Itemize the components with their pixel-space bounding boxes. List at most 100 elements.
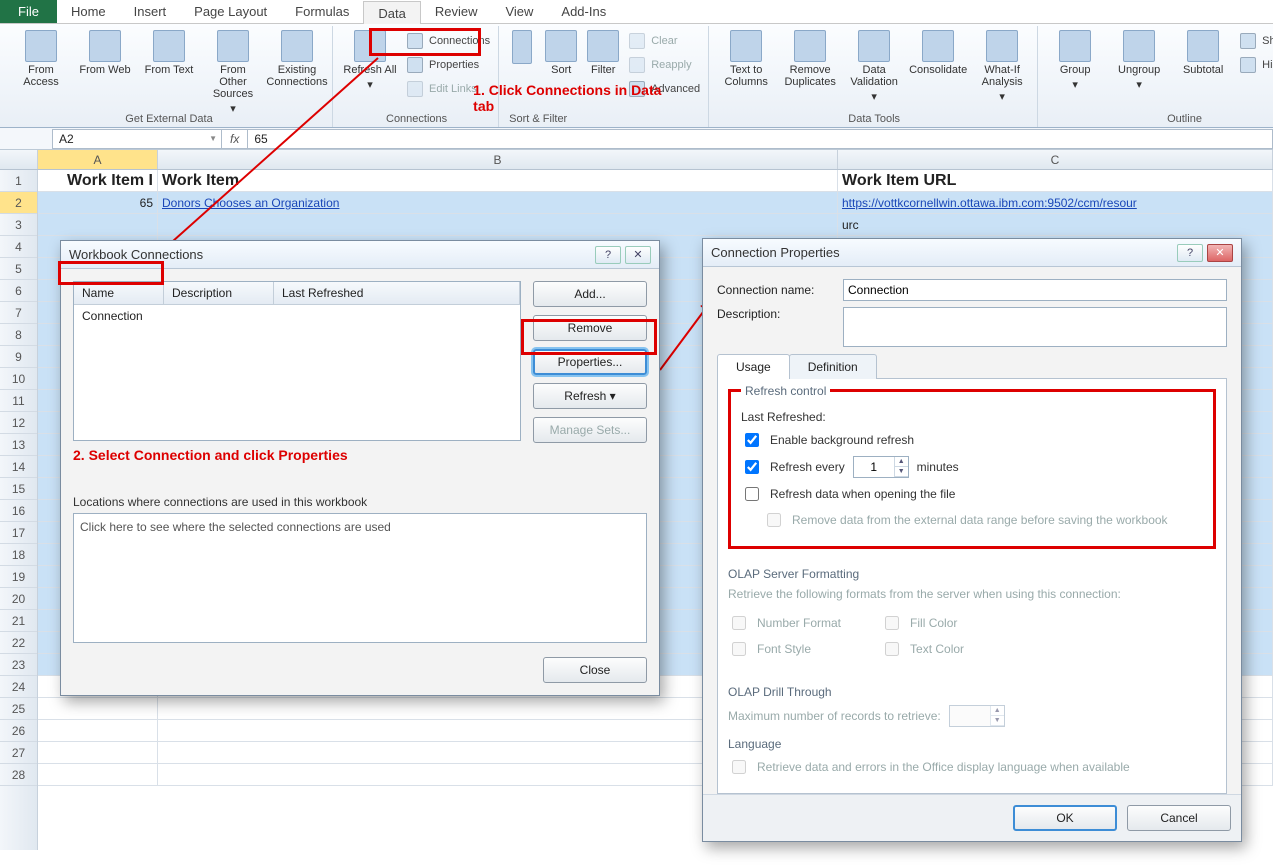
close-button[interactable]: Close	[543, 657, 647, 683]
row-header[interactable]: 10	[0, 368, 37, 390]
name-box[interactable]: A2	[52, 129, 222, 149]
row-header[interactable]: 11	[0, 390, 37, 412]
col-desc[interactable]: Description	[164, 282, 274, 304]
close-window-button[interactable]: ✕	[625, 246, 651, 264]
row-header[interactable]: 24	[0, 676, 37, 698]
tab-file[interactable]: File	[0, 0, 57, 23]
existing-connections-button[interactable]: Existing Connections	[270, 26, 324, 88]
row-header[interactable]: 23	[0, 654, 37, 676]
cell[interactable]	[38, 214, 158, 236]
col-header-B[interactable]: B	[158, 150, 838, 169]
refresh-every-checkbox[interactable]: Refresh every ▲▼ minutes	[741, 456, 1203, 478]
row-header[interactable]: 5	[0, 258, 37, 280]
header-cell[interactable]: Work Item I	[38, 170, 158, 192]
cell[interactable]: Donors Chooses an Organization	[158, 192, 838, 214]
properties-button[interactable]: Properties	[407, 54, 490, 76]
properties-button[interactable]: Properties...	[533, 349, 647, 375]
close-window-button[interactable]: ✕	[1207, 244, 1233, 262]
row-header[interactable]: 4	[0, 236, 37, 258]
cell[interactable]: urc	[838, 214, 1273, 236]
connection-row[interactable]: Connection	[74, 305, 520, 327]
row-header[interactable]: 15	[0, 478, 37, 500]
row-header[interactable]: 19	[0, 566, 37, 588]
cell[interactable]: https://vottkcornellwin.ottawa.ibm.com:9…	[838, 192, 1273, 214]
remove-duplicates-button[interactable]: Remove Duplicates	[783, 26, 837, 88]
cell[interactable]	[38, 742, 158, 764]
col-header-C[interactable]: C	[838, 150, 1273, 169]
clear-filter-button[interactable]: Clear	[629, 30, 700, 52]
reapply-button[interactable]: Reapply	[629, 54, 700, 76]
cancel-button[interactable]: Cancel	[1127, 805, 1231, 831]
row-header[interactable]: 26	[0, 720, 37, 742]
consolidate-button[interactable]: Consolidate	[911, 26, 965, 76]
row-header[interactable]: 2	[0, 192, 37, 214]
row-header[interactable]: 16	[0, 500, 37, 522]
subtotal-button[interactable]: Subtotal	[1176, 26, 1230, 76]
col-header-A[interactable]: A	[38, 150, 158, 169]
refresh-minutes-spinner[interactable]: ▲▼	[853, 456, 909, 478]
cell[interactable]: 65	[38, 192, 158, 214]
tab-definition[interactable]: Definition	[789, 354, 877, 379]
ok-button[interactable]: OK	[1013, 805, 1117, 831]
tab-data[interactable]: Data	[363, 1, 420, 24]
row-header[interactable]: 3	[0, 214, 37, 236]
tab-insert[interactable]: Insert	[120, 0, 181, 23]
show-detail-button[interactable]: Show Detail	[1240, 30, 1273, 52]
refresh-on-open-checkbox[interactable]: Refresh data when opening the file	[741, 484, 1203, 504]
tab-review[interactable]: Review	[421, 0, 492, 23]
sort-dialog-button[interactable]: Sort	[545, 26, 577, 76]
header-cell[interactable]: Work Item URL	[838, 170, 1273, 192]
refresh-all-button[interactable]: Refresh All▾	[343, 26, 397, 91]
row-header[interactable]: 25	[0, 698, 37, 720]
from-text-button[interactable]: From Text	[142, 26, 196, 76]
connection-name-input[interactable]	[843, 279, 1227, 301]
tab-page-layout[interactable]: Page Layout	[180, 0, 281, 23]
row-header[interactable]: 18	[0, 544, 37, 566]
tab-view[interactable]: View	[491, 0, 547, 23]
dialog-titlebar[interactable]: Connection Properties ? ✕	[703, 239, 1241, 267]
text-to-columns-button[interactable]: Text to Columns	[719, 26, 773, 88]
data-validation-button[interactable]: Data Validation▾	[847, 26, 901, 103]
row-header[interactable]: 8	[0, 324, 37, 346]
whatif-button[interactable]: What-If Analysis▾	[975, 26, 1029, 103]
row-header[interactable]: 12	[0, 412, 37, 434]
connections-list[interactable]: Name Description Last Refreshed Connecti…	[73, 281, 521, 441]
group-button[interactable]: Group▾	[1048, 26, 1102, 91]
formula-input[interactable]: 65	[248, 129, 1273, 149]
refresh-button[interactable]: Refresh ▾	[533, 383, 647, 409]
row-header[interactable]: 21	[0, 610, 37, 632]
add-button[interactable]: Add...	[533, 281, 647, 307]
row-header[interactable]: 6	[0, 280, 37, 302]
tab-addins[interactable]: Add-Ins	[547, 0, 620, 23]
cell[interactable]	[38, 764, 158, 786]
help-button[interactable]: ?	[1177, 244, 1203, 262]
tab-usage[interactable]: Usage	[717, 354, 790, 379]
help-button[interactable]: ?	[595, 246, 621, 264]
row-header[interactable]: 27	[0, 742, 37, 764]
manage-sets-button[interactable]: Manage Sets...	[533, 417, 647, 443]
row-header[interactable]: 13	[0, 434, 37, 456]
locations-list[interactable]: Click here to see where the selected con…	[73, 513, 647, 643]
hide-detail-button[interactable]: Hide Detail	[1240, 54, 1273, 76]
tab-home[interactable]: Home	[57, 0, 120, 23]
tab-formulas[interactable]: Formulas	[281, 0, 363, 23]
row-header[interactable]: 22	[0, 632, 37, 654]
col-name[interactable]: Name	[74, 282, 164, 304]
cell[interactable]	[38, 720, 158, 742]
cell[interactable]	[158, 214, 838, 236]
ungroup-button[interactable]: Ungroup▾	[1112, 26, 1166, 91]
from-access-button[interactable]: From Access	[14, 26, 68, 88]
remove-button[interactable]: Remove	[533, 315, 647, 341]
sort-button[interactable]	[509, 26, 535, 64]
from-web-button[interactable]: From Web	[78, 26, 132, 76]
from-other-sources-button[interactable]: From Other Sources▾	[206, 26, 260, 115]
col-last[interactable]: Last Refreshed	[274, 282, 520, 304]
row-header[interactable]: 17	[0, 522, 37, 544]
description-input[interactable]	[843, 307, 1227, 347]
filter-button[interactable]: Filter	[587, 26, 619, 76]
cell[interactable]	[38, 698, 158, 720]
enable-background-refresh-checkbox[interactable]: Enable background refresh	[741, 430, 1203, 450]
row-header[interactable]: 20	[0, 588, 37, 610]
dialog-titlebar[interactable]: Workbook Connections ? ✕	[61, 241, 659, 269]
row-header[interactable]: 14	[0, 456, 37, 478]
